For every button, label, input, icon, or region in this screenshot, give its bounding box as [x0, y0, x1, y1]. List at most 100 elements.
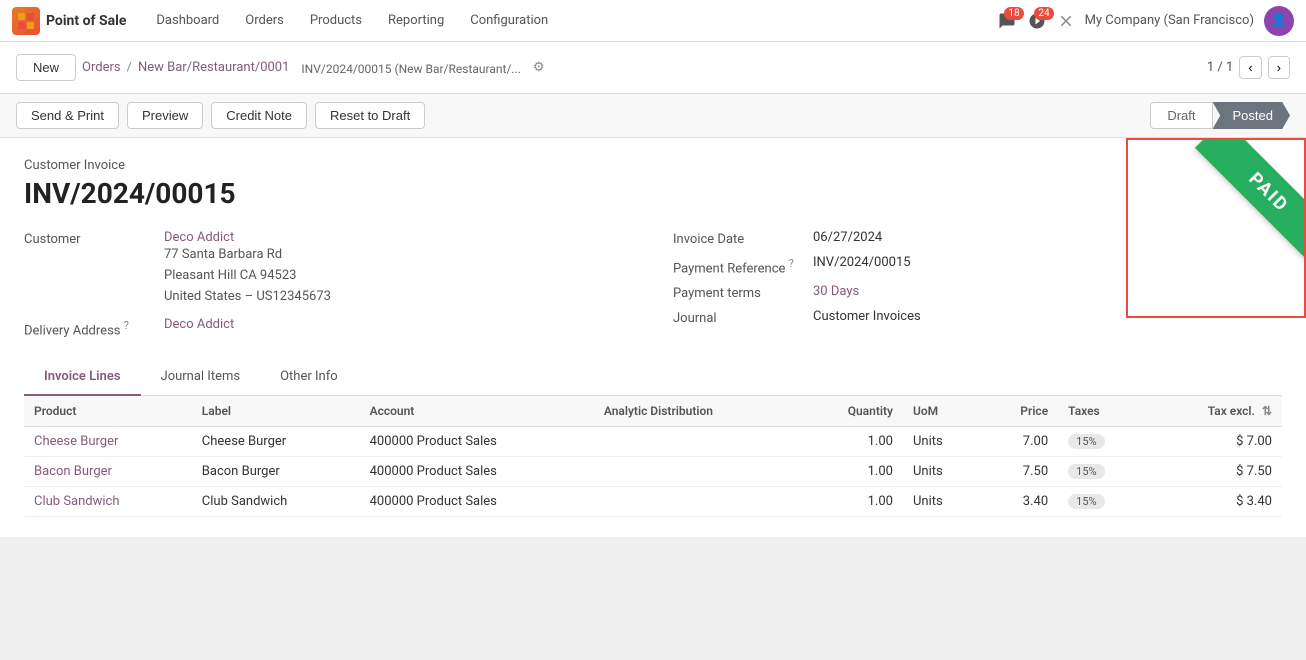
payment-reference-label: Payment Reference ? — [673, 255, 803, 276]
col-header-account: Account — [360, 396, 594, 427]
cell-product[interactable]: Club Sandwich — [24, 486, 192, 516]
table-header-row: Product Label Account Analytic Distribut… — [24, 396, 1282, 427]
messages-count: 18 — [1004, 7, 1023, 20]
cell-account: 400000 Product Sales — [360, 456, 594, 486]
new-button[interactable]: New — [16, 54, 76, 81]
app-logo[interactable]: Point of Sale — [12, 7, 126, 35]
col-header-product: Product — [24, 396, 192, 427]
cell-tax-excl: $ 3.40 — [1148, 486, 1282, 516]
close-icon[interactable] — [1057, 12, 1075, 30]
table-row: Bacon Burger Bacon Burger 400000 Product… — [24, 456, 1282, 486]
paid-stamp: PAID — [1195, 138, 1306, 266]
nav-right-area: 18 24 My Company (San Francisco) 👤 — [997, 6, 1294, 36]
invoice-number: INV/2024/00015 — [24, 177, 1282, 210]
pagination-text: 1 / 1 — [1207, 60, 1233, 75]
col-header-quantity: Quantity — [799, 396, 903, 427]
nav-configuration[interactable]: Configuration — [458, 9, 560, 32]
invoice-lines-table: Product Label Account Analytic Distribut… — [24, 396, 1282, 517]
cell-quantity: 1.00 — [799, 456, 903, 486]
app-name: Point of Sale — [46, 13, 126, 29]
breadcrumb-bar: New Orders / New Bar/Restaurant/0001 INV… — [0, 42, 1306, 94]
invoice-tabs: Invoice Lines Journal Items Other Info — [24, 359, 1282, 396]
nav-dashboard[interactable]: Dashboard — [144, 9, 231, 32]
user-avatar[interactable]: 👤 — [1264, 6, 1294, 36]
cell-quantity: 1.00 — [799, 426, 903, 456]
customer-label: Customer — [24, 230, 154, 247]
customer-field: Customer Deco Addict 77 Santa Barbara Rd… — [24, 230, 633, 339]
cell-label: Cheese Burger — [192, 426, 360, 456]
nav-reporting[interactable]: Reporting — [376, 9, 456, 32]
cell-quantity: 1.00 — [799, 486, 903, 516]
breadcrumb-orders[interactable]: Orders — [82, 60, 121, 75]
nav-orders[interactable]: Orders — [233, 9, 296, 32]
status-bar: Draft Posted — [1150, 102, 1290, 129]
customer-address-line3: United States – US12345673 — [164, 287, 331, 308]
payment-reference-value: INV/2024/00015 — [813, 255, 911, 270]
preview-button[interactable]: Preview — [127, 102, 203, 129]
prev-record-button[interactable]: ‹ — [1239, 56, 1261, 79]
delivery-address-label: Delivery Address ? — [24, 317, 154, 338]
settings-gear-icon[interactable]: ⚙ — [533, 60, 545, 75]
cell-tax-excl: $ 7.50 — [1148, 456, 1282, 486]
invoice-date-label: Invoice Date — [673, 230, 803, 247]
breadcrumb-current: INV/2024/00015 (New Bar/Restaurant/... — [301, 62, 520, 76]
cell-analytic — [594, 456, 799, 486]
credit-note-button[interactable]: Credit Note — [211, 102, 307, 129]
breadcrumb-pagination: 1 / 1 ‹ › — [1207, 56, 1290, 79]
payment-terms-value[interactable]: 30 Days — [813, 284, 859, 299]
customer-address-line1: 77 Santa Barbara Rd — [164, 245, 331, 266]
tab-content: Product Label Account Analytic Distribut… — [24, 396, 1282, 517]
cell-uom: Units — [903, 426, 982, 456]
journal-label: Journal — [673, 309, 803, 326]
activities-count: 24 — [1034, 7, 1053, 20]
top-navigation: Point of Sale Dashboard Orders Products … — [0, 0, 1306, 42]
column-sort-icon[interactable]: ⇅ — [1262, 404, 1272, 418]
cell-account: 400000 Product Sales — [360, 486, 594, 516]
tab-invoice-lines[interactable]: Invoice Lines — [24, 359, 141, 396]
journal-value: Customer Invoices — [813, 309, 921, 324]
breadcrumb-separator: / — [127, 60, 132, 75]
payment-terms-label: Payment terms — [673, 284, 803, 301]
cell-product[interactable]: Cheese Burger — [24, 426, 192, 456]
cell-taxes: 15% — [1058, 456, 1148, 486]
col-header-price: Price — [982, 396, 1058, 427]
table-row: Cheese Burger Cheese Burger 400000 Produ… — [24, 426, 1282, 456]
cell-price: 7.00 — [982, 426, 1058, 456]
messages-badge[interactable]: 18 — [997, 12, 1017, 30]
cell-label: Club Sandwich — [192, 486, 360, 516]
paid-ribbon-container: PAID — [1126, 138, 1306, 318]
cell-account: 400000 Product Sales — [360, 426, 594, 456]
send-print-button[interactable]: Send & Print — [16, 102, 119, 129]
cell-taxes: 15% — [1058, 426, 1148, 456]
cell-price: 7.50 — [982, 456, 1058, 486]
status-draft-button[interactable]: Draft — [1150, 102, 1212, 129]
delivery-address-value[interactable]: Deco Addict — [164, 317, 234, 332]
company-name[interactable]: My Company (San Francisco) — [1085, 13, 1254, 28]
cell-product[interactable]: Bacon Burger — [24, 456, 192, 486]
invoice-type-label: Customer Invoice — [24, 158, 1282, 173]
activities-badge[interactable]: 24 — [1027, 12, 1047, 30]
col-header-tax-excl: Tax excl. ⇅ — [1148, 396, 1282, 427]
logo-icon — [12, 7, 40, 35]
cell-taxes: 15% — [1058, 486, 1148, 516]
invoice-date-value: 06/27/2024 — [813, 230, 882, 245]
cell-analytic — [594, 486, 799, 516]
cell-analytic — [594, 426, 799, 456]
breadcrumb-parent[interactable]: New Bar/Restaurant/0001 — [138, 60, 289, 75]
cell-tax-excl: $ 7.00 — [1148, 426, 1282, 456]
customer-address-line2: Pleasant Hill CA 94523 — [164, 266, 331, 287]
action-bar: Send & Print Preview Credit Note Reset t… — [0, 94, 1306, 138]
customer-name[interactable]: Deco Addict — [164, 230, 331, 245]
cell-uom: Units — [903, 456, 982, 486]
cell-price: 3.40 — [982, 486, 1058, 516]
status-posted-button[interactable]: Posted — [1213, 102, 1290, 129]
tab-journal-items[interactable]: Journal Items — [141, 359, 261, 396]
table-row: Club Sandwich Club Sandwich 400000 Produ… — [24, 486, 1282, 516]
main-content: PAID Customer Invoice INV/2024/00015 Cus… — [0, 138, 1306, 537]
nav-products[interactable]: Products — [298, 9, 374, 32]
breadcrumb-left: New Orders / New Bar/Restaurant/0001 INV… — [16, 54, 545, 81]
reset-to-draft-button[interactable]: Reset to Draft — [315, 102, 425, 129]
next-record-button[interactable]: › — [1268, 56, 1290, 79]
tab-other-info[interactable]: Other Info — [260, 359, 358, 396]
col-header-uom: UoM — [903, 396, 982, 427]
